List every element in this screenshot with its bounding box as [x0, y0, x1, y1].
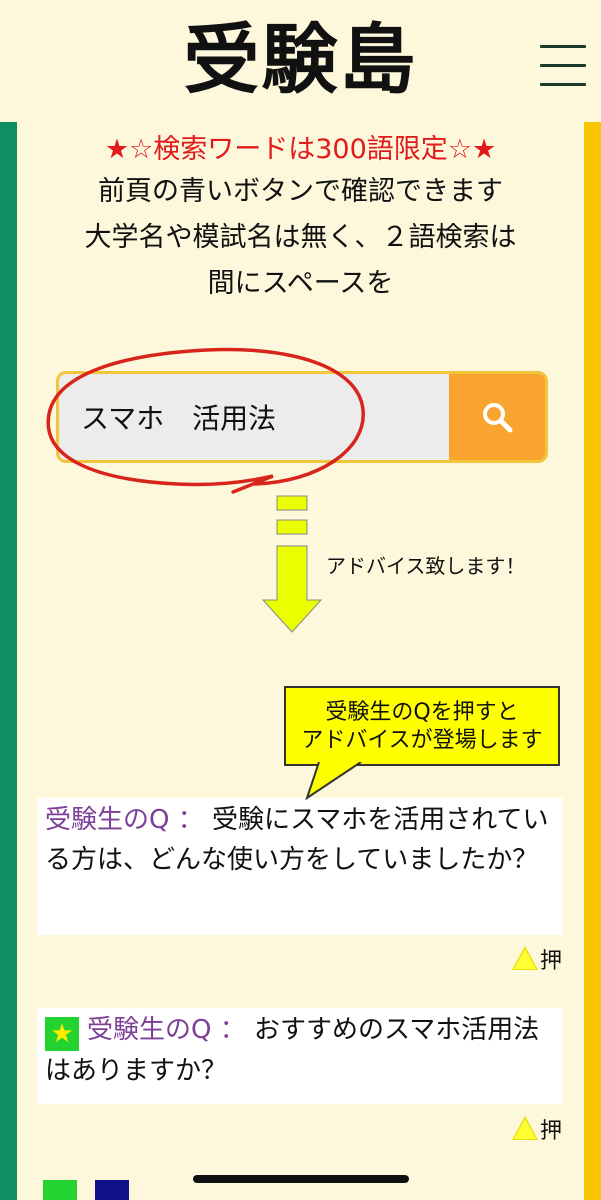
- site-title[interactable]: 受験島: [0, 12, 601, 108]
- question-label[interactable]: 受験生のQ ：: [87, 1015, 246, 1045]
- speech-bubble-tail: [305, 762, 362, 800]
- menu-line: [540, 45, 586, 48]
- notice-line-1: 前頁の青いボタンで確認できます: [98, 176, 503, 207]
- next-card-green-badge: [43, 1180, 77, 1200]
- hamburger-menu-icon[interactable]: [540, 45, 586, 87]
- push-button[interactable]: 押: [511, 1116, 562, 1147]
- down-arrow-icon: [261, 495, 323, 633]
- main-content: ★☆検索ワードは300語限定☆★ 前頁の青いボタンで確認できます 大学名や模試名…: [17, 122, 584, 1200]
- header: 受験島: [0, 0, 601, 122]
- push-button[interactable]: 押: [511, 946, 562, 977]
- push-label: 押: [539, 1119, 562, 1144]
- triangle-icon: [511, 946, 538, 970]
- bubble-line-1: 受験生のQを押すと: [325, 700, 519, 725]
- magnifier-icon: [483, 403, 513, 433]
- star-badge-icon: ★: [45, 1017, 79, 1051]
- question-card[interactable]: 受験生のQ ： 受験にスマホを活用されている方は、どんな使い方をしていましたか？: [37, 798, 563, 935]
- red-circle-annotation: [46, 347, 365, 494]
- left-green-bar: [0, 110, 17, 1200]
- advice-caption: アドバイス致します！: [326, 554, 526, 578]
- menu-line: [540, 64, 586, 67]
- menu-line: [540, 83, 586, 86]
- next-card-navy-badge: [95, 1180, 129, 1200]
- question-card[interactable]: ★ 受験生のQ ： おすすめのスマホ活用法はありますか？: [37, 1008, 563, 1104]
- bubble-line-2: アドバイスが登場します: [301, 728, 543, 753]
- question-label[interactable]: 受験生のQ ：: [45, 805, 204, 835]
- notice-line-3: 間にスペースを: [207, 268, 394, 299]
- right-yellow-bar: [584, 110, 601, 1200]
- home-indicator[interactable]: [193, 1175, 409, 1183]
- search-button[interactable]: [449, 374, 545, 460]
- speech-bubble: 受験生のQを押すと アドバイスが登場します: [284, 686, 560, 766]
- notice-line-2: 大学名や模試名は無く、２語検索は: [84, 222, 517, 253]
- push-label: 押: [539, 949, 562, 974]
- search-limit-notice: ★☆検索ワードは300語限定☆★: [104, 134, 497, 165]
- triangle-icon: [511, 1116, 538, 1140]
- next-card-peek: [141, 1180, 561, 1200]
